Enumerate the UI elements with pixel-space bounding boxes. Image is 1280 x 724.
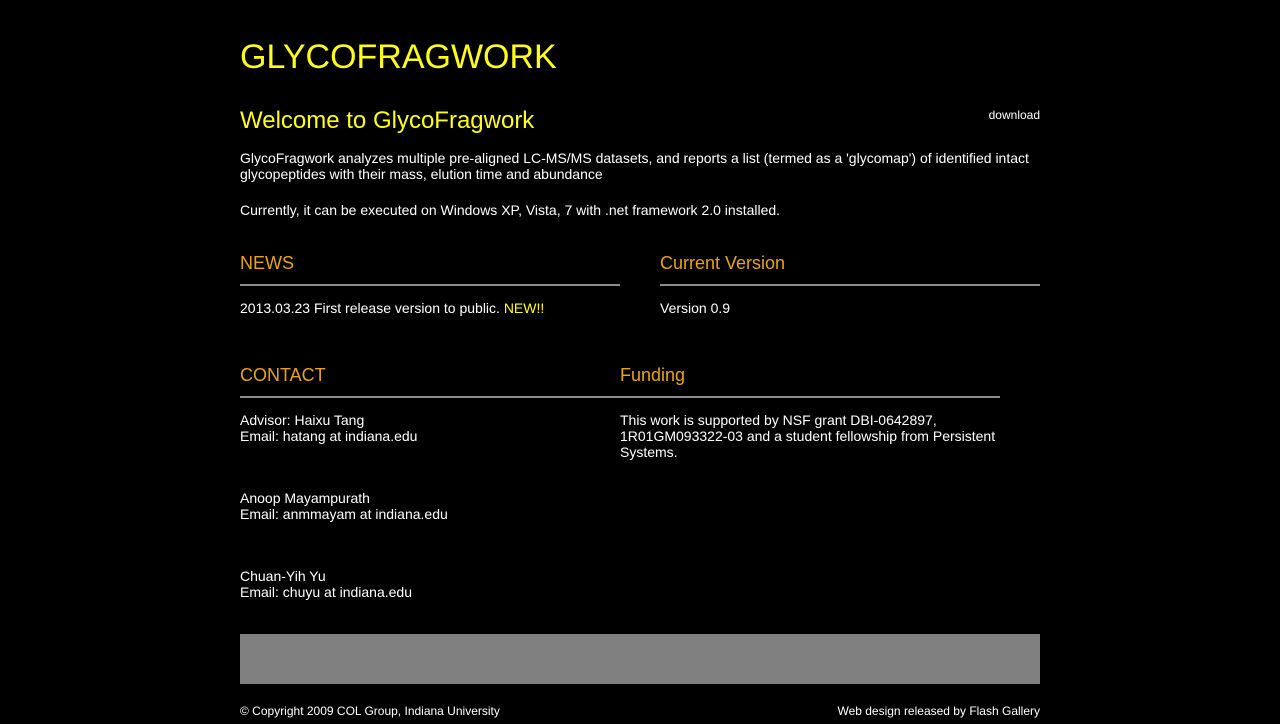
- news-new-badge: NEW!!: [503, 300, 545, 316]
- news-item-text: 2013.03.23 First release version to publ…: [240, 300, 504, 316]
- funding-heading: Funding: [620, 365, 686, 385]
- design-credit-text: Web design released by Flash Gallery: [837, 704, 1040, 718]
- site-title: GLYCOFRAGWORK: [240, 38, 557, 76]
- news-heading: NEWS: [240, 253, 294, 273]
- news-item: 2013.03.23 First release version to publ…: [240, 300, 620, 316]
- download-link[interactable]: download: [989, 108, 1040, 122]
- contact-name: Chuan-Yih Yu: [240, 568, 326, 584]
- contact-funding-divider: [240, 396, 1000, 398]
- contact-person: Anoop Mayampurath Email: anmmayam at ind…: [240, 490, 600, 522]
- intro-section: GlycoFragwork analyzes multiple pre-alig…: [240, 150, 1040, 218]
- contact-email: Email: hatang at indiana.edu: [240, 428, 418, 444]
- version-text: Version 0.9: [660, 300, 731, 316]
- contact-heading: CONTACT: [240, 365, 326, 385]
- contact-name: Advisor: Haixu Tang: [240, 412, 365, 428]
- contact-person: Chuan-Yih Yu Email: chuyu at indiana.edu: [240, 568, 600, 600]
- footer-bar: [240, 634, 1040, 684]
- version-heading: Current Version: [660, 253, 786, 273]
- intro-paragraph-description: GlycoFragwork analyzes multiple pre-alig…: [240, 150, 1029, 182]
- contact-email: Email: anmmayam at indiana.edu: [240, 506, 448, 522]
- contact-person: Advisor: Haixu Tang Email: hatang at ind…: [240, 412, 600, 444]
- contact-name: Anoop Mayampurath: [240, 490, 370, 506]
- copyright-text: © Copyright 2009 COL Group, Indiana Univ…: [240, 704, 500, 718]
- news-divider: [240, 284, 620, 286]
- intro-paragraph-requirements: Currently, it can be executed on Windows…: [240, 202, 781, 218]
- funding-text: This work is supported by NSF grant DBI-…: [620, 412, 996, 460]
- welcome-heading: Welcome to GlycoFragwork: [240, 107, 535, 134]
- version-divider: [660, 284, 1040, 286]
- contact-email: Email: chuyu at indiana.edu: [240, 584, 412, 600]
